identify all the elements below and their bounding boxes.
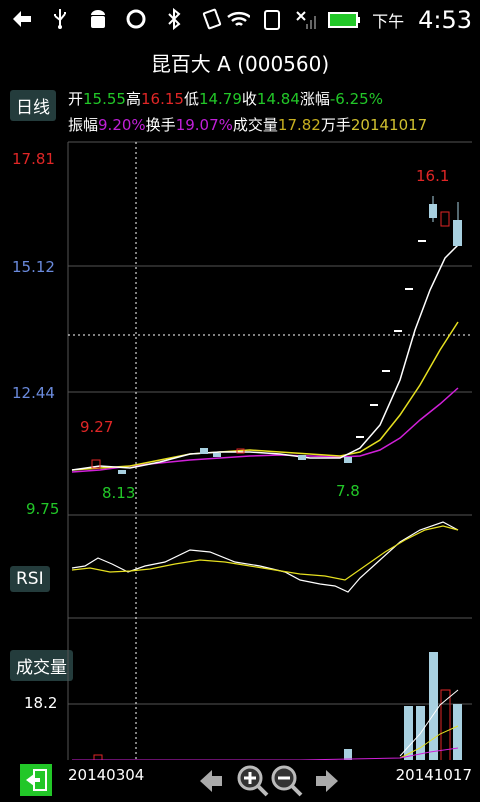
candle [405, 288, 413, 290]
candle [429, 204, 437, 218]
candle [118, 470, 126, 474]
annotation-peak: 16.1 [416, 167, 449, 185]
candle [418, 240, 426, 242]
vol-ma-purple [72, 747, 459, 760]
ma-white-line [71, 244, 459, 471]
ma-yellow-line [71, 321, 459, 471]
candle [356, 436, 364, 438]
candle [453, 220, 462, 246]
zoom-in-icon[interactable] [236, 764, 270, 802]
arrow-left-icon[interactable] [198, 768, 224, 798]
start-date: 20140304 [68, 766, 145, 784]
arrow-right-icon[interactable] [314, 768, 340, 798]
candle [394, 330, 402, 332]
candle [298, 455, 306, 460]
exit-icon[interactable] [20, 764, 52, 796]
volume-bar [429, 652, 438, 760]
candle [200, 448, 208, 454]
ma-purple-line [71, 387, 459, 473]
volume-bar [93, 754, 103, 760]
volume-bar [344, 749, 352, 760]
candle [382, 370, 390, 372]
candle [213, 453, 221, 457]
candle [344, 457, 352, 463]
rsi-white-line [71, 521, 459, 593]
annotation-low-mid: 7.8 [336, 482, 360, 500]
kline-chart[interactable]: 16.1 9.27 8.13 7.8 [0, 0, 480, 760]
zoom-out-icon[interactable] [270, 764, 304, 802]
candle [370, 404, 378, 406]
volume-bars [93, 652, 462, 760]
candle [440, 211, 450, 227]
volume-bar [453, 704, 462, 760]
annotation-high-left: 9.27 [80, 418, 113, 436]
end-date: 20141017 [395, 766, 472, 784]
annotation-low-left: 8.13 [102, 484, 135, 502]
